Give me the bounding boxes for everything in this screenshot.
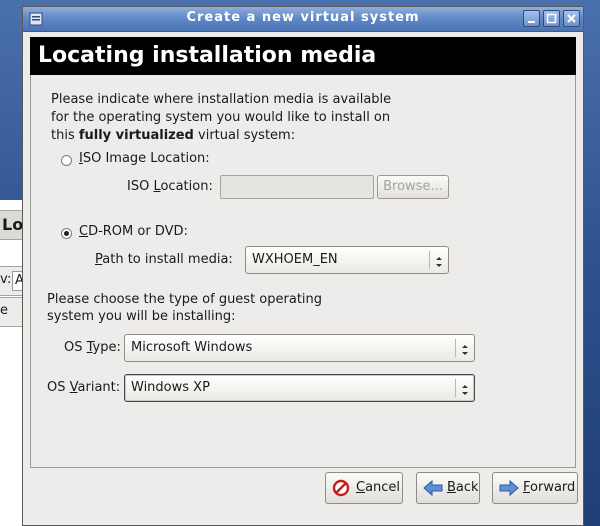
maximize-icon[interactable] [543, 10, 560, 27]
intro-line-3-post: virtual system: [193, 128, 296, 143]
background-window-row-2: e [0, 297, 23, 327]
close-icon[interactable] [563, 10, 580, 27]
iso-radio-label[interactable]: ISO Image Location: [79, 151, 210, 166]
page-header: Locating installation media [30, 37, 576, 75]
intro-text: Please indicate where installation media… [51, 91, 451, 145]
combo-separator [455, 339, 456, 357]
combo-arrows-icon [460, 381, 470, 395]
combo-separator [455, 379, 456, 397]
os-type-label-text: ype: [92, 340, 121, 355]
cancel-mnemonic: C [356, 480, 366, 495]
cancel-icon [332, 479, 352, 497]
combo-arrows-icon [460, 341, 470, 355]
forward-label: orward [530, 480, 576, 495]
intro-line-3-bold: fully virtualized [78, 128, 194, 143]
browse-button[interactable]: Browse... [377, 175, 449, 199]
install-media-path-select[interactable]: WXHOEM_EN [245, 246, 449, 274]
combo-arrows-icon [434, 253, 444, 267]
os-type-label: OS Type: [64, 340, 121, 355]
browse-button-label: Browse... [383, 179, 443, 194]
minimize-icon[interactable] [523, 10, 540, 27]
back-button[interactable]: Back [416, 472, 480, 504]
os-variant-mnemonic: V [69, 380, 78, 395]
intro-line-3-pre: this [51, 128, 79, 143]
os-type-value: Microsoft Windows [131, 340, 253, 355]
iso-location-label-pre: ISO [127, 179, 154, 194]
back-mnemonic: B [447, 480, 456, 495]
os-variant-label: OS Variant: [47, 380, 120, 395]
install-media-path-label: Path to install media: [95, 252, 233, 267]
cdrom-radio[interactable] [61, 228, 72, 239]
title-bar[interactable]: Create a new virtual system [23, 7, 583, 32]
background-window-row-label: v: [0, 272, 12, 287]
os-variant-value: Windows XP [131, 380, 210, 395]
os-variant-select[interactable]: Windows XP [124, 374, 475, 402]
intro-line-1: Please indicate where installation media… [51, 92, 392, 107]
os-choose-line-2: system you will be installing: [47, 309, 236, 324]
create-vm-dialog: Create a new virtual system Locating ins… [22, 6, 584, 526]
os-type-select[interactable]: Microsoft Windows [124, 334, 475, 362]
back-arrow-icon [423, 479, 443, 497]
os-variant-label-text: ariant: [77, 380, 121, 395]
forward-arrow-icon [499, 479, 519, 497]
intro-line-3: this fully virtualized virtual system: [51, 127, 451, 145]
os-type-label-pre: OS [64, 340, 87, 355]
install-media-path-value: WXHOEM_EN [252, 252, 338, 267]
iso-location-label-text: ocation: [160, 179, 213, 194]
iso-radio-label-text: SO Image Location: [82, 151, 210, 166]
window-title: Create a new virtual system [186, 10, 420, 25]
cdrom-radio-label-text: D-ROM or DVD: [88, 224, 188, 239]
install-media-path-label-text: ath to install media: [102, 252, 233, 267]
back-label: ack [455, 480, 479, 495]
os-choose-text: Please choose the type of guest operatin… [47, 291, 322, 325]
cdrom-radio-label[interactable]: CD-ROM or DVD: [79, 224, 188, 239]
iso-location-input[interactable] [220, 175, 374, 199]
combo-separator [429, 251, 430, 269]
cdrom-radio-mnemonic: C [79, 224, 89, 239]
content-panel: Please indicate where installation media… [30, 75, 576, 468]
os-variant-label-pre: OS [47, 380, 70, 395]
forward-mnemonic: F [523, 480, 531, 495]
cancel-button[interactable]: Cancel [325, 472, 403, 504]
intro-line-2: for the operating system you would like … [51, 110, 391, 125]
os-choose-line-1: Please choose the type of guest operatin… [47, 292, 323, 307]
iso-location-label: ISO Location: [127, 179, 213, 194]
cancel-label: ancel [365, 480, 401, 495]
forward-button[interactable]: Forward [492, 472, 578, 504]
iso-radio[interactable] [61, 155, 72, 166]
